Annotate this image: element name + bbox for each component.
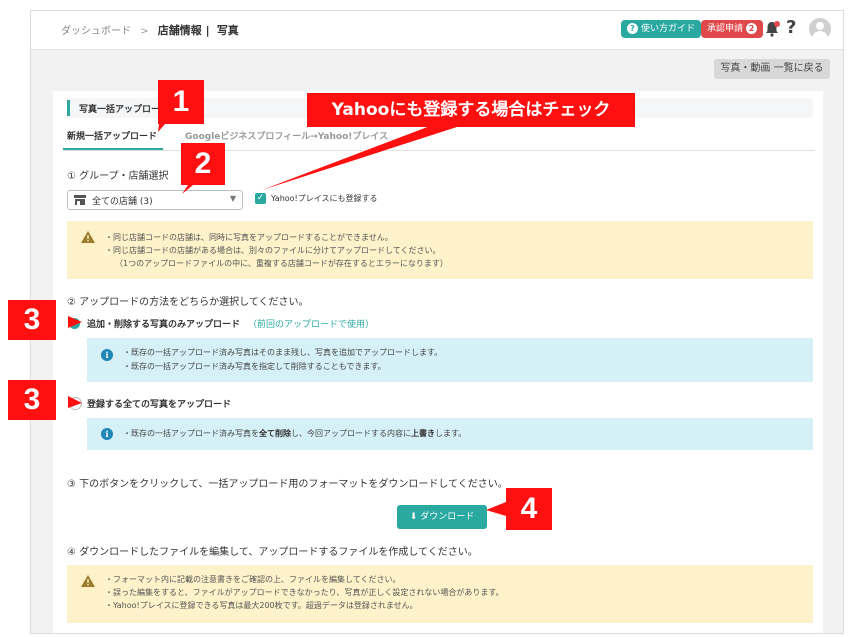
tab-new-bulk-upload[interactable]: 新規一括アップロード <box>67 129 157 142</box>
breadcrumb-home[interactable]: ダッシュボード <box>61 26 131 37</box>
info-line: ・既存の一括アップロード済み写真を指定して削除することもできます。 <box>123 362 386 371</box>
warning-line: ・フォーマット内に記載の注意書きをご確認の上、ファイルを編集してください。 <box>105 575 401 584</box>
step2-title: ② アップロードの方法をどちらか選択してください。 <box>67 297 309 308</box>
warning-line: ・同じ店舗コードの店舗は、同時に写真をアップロードすることができません。 <box>105 233 393 242</box>
tab-google-to-yahoo[interactable]: Googleビジネスプロフィール→Yahoo!プレイス <box>185 129 388 142</box>
warning-line: ・Yahoo!プレイスに登録できる写真は最大200枚です。超過データは登録されま… <box>105 601 418 610</box>
callout-1: 1 <box>158 80 204 124</box>
duplicate-store-warning: ・同じ店舗コードの店舗は、同時に写真をアップロードすることができません。 ・同じ… <box>67 221 813 279</box>
download-format-button[interactable]: ⬇ ダウンロード <box>397 505 487 529</box>
usage-guide-label: 使い方ガイド <box>641 24 696 34</box>
avatar[interactable] <box>809 18 831 40</box>
back-to-list-button[interactable]: 写真・動画 一覧に戻る <box>714 59 830 79</box>
chevron-down-icon: ▼ <box>229 194 236 203</box>
yahoo-register-label[interactable]: Yahoo!プレイスにも登録する <box>271 193 378 204</box>
callout-4: 4 <box>506 488 552 530</box>
top-bar: ダッシュボード > 店舗情報 | 写真 ? 使い方ガイド 承認申請 2 ? <box>31 11 843 50</box>
breadcrumb-current: 写真 <box>216 24 239 37</box>
info-line: ・既存の一括アップロード済み写真を全て削除し、今回アップロードする内容に上書きし… <box>123 429 467 438</box>
info-line: ・既存の一括アップロード済み写真はそのまま残し、写真を追加でアップロードします。 <box>123 348 443 357</box>
download-label: ダウンロード <box>420 512 475 522</box>
warning-icon <box>81 231 95 243</box>
all-upload-info: i ・既存の一括アップロード済み写真を全て削除し、今回アップロードする内容に上書… <box>87 418 813 450</box>
callout-3a: 3 <box>8 300 56 340</box>
usage-guide-button[interactable]: ? 使い方ガイド <box>621 20 702 38</box>
warning-line: ・誤った編集をすると、ファイルがアップロードできなかったり、写真が正しく設定され… <box>105 588 504 597</box>
upload-method-all-label[interactable]: 登録する全ての写真をアップロード <box>87 397 231 410</box>
question-icon: ? <box>627 23 638 34</box>
breadcrumb: ダッシュボード > 店舗情報 | 写真 <box>61 22 239 38</box>
approval-request-button[interactable]: 承認申請 2 <box>701 20 764 38</box>
download-icon: ⬇ <box>409 512 418 522</box>
info-icon: i <box>101 428 113 440</box>
upload-method-diff-radio[interactable]: ✓ <box>69 318 80 329</box>
breadcrumb-separator: > <box>140 26 149 37</box>
upload-method-all-radio[interactable] <box>69 397 82 410</box>
diff-upload-info: i ・既存の一括アップロード済み写真はそのまま残し、写真を追加でアップロードしま… <box>87 338 813 382</box>
upload-card: 写真一括アップロード 新規一括アップロード Googleビジネスプロフィール→Y… <box>53 91 823 633</box>
tab-divider <box>63 150 815 151</box>
warning-icon <box>81 575 95 587</box>
section-title: 写真一括アップロード <box>79 105 170 115</box>
store-icon <box>74 195 86 205</box>
breadcrumb-section: 店舗情報 | <box>157 24 210 37</box>
step1-title: ① グループ・店舗選択 <box>67 171 169 182</box>
upload-method-diff-label[interactable]: 追加・削除する写真のみアップロード （前回のアップロードで使用） <box>87 317 374 330</box>
yahoo-callout-banner: Yahooにも登録する場合はチェック <box>307 93 635 127</box>
approval-count-badge: 2 <box>746 23 758 34</box>
edit-file-warning: ・フォーマット内に記載の注意書きをご確認の上、ファイルを編集してください。 ・誤… <box>67 565 813 623</box>
info-icon: i <box>101 349 113 361</box>
help-icon[interactable]: ? <box>786 17 796 38</box>
bell-icon[interactable] <box>763 20 781 38</box>
warning-line: （1つのアップロードファイルの中に、重複する店舗コードが存在するとエラーになりま… <box>115 259 448 268</box>
store-group-select[interactable]: 全ての店舗 (3) ▼ <box>67 190 243 210</box>
approval-request-label: 承認申請 <box>707 24 744 34</box>
step4-title: ④ ダウンロードしたファイルを編集して、アップロードするファイルを作成してくださ… <box>67 547 478 558</box>
callout-2: 2 <box>181 143 225 185</box>
yahoo-register-checkbox[interactable]: ✓ <box>255 193 266 204</box>
step3-title: ③ 下のボタンをクリックして、一括アップロード用のフォーマットをダウンロードして… <box>67 479 508 490</box>
callout-3b: 3 <box>8 380 56 420</box>
previous-upload-note: （前回のアップロードで使用） <box>248 320 375 330</box>
store-select-value: 全ての店舗 (3) <box>92 197 153 207</box>
warning-line: ・同じ店舗コードの店舗がある場合は、別々のファイルに分けてアップロードしてくださ… <box>105 246 441 255</box>
